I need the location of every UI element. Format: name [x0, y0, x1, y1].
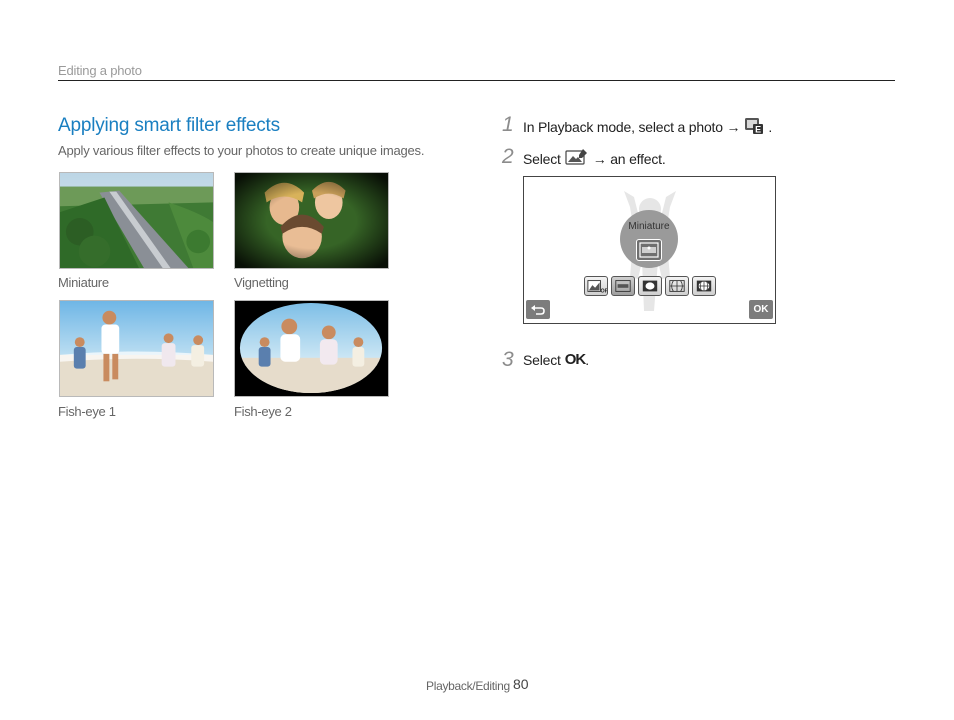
section-description: Apply various filter effects to your pho… [58, 143, 425, 158]
effect-vignetting-button[interactable] [638, 276, 662, 296]
step-2-text: Select [523, 150, 561, 167]
step-1-text: In Playback mode, select a photo → [523, 118, 741, 135]
miniature-preview-icon [636, 239, 662, 261]
effect-fish-eye-1-button[interactable] [665, 276, 689, 296]
step-number: 2 [502, 145, 514, 168]
smart-filter-icon [565, 148, 589, 169]
footer-section-label: Playback/Editing [426, 679, 510, 693]
back-arrow-icon [531, 305, 545, 315]
effect-fish-eye-2-button[interactable] [692, 276, 716, 296]
step-1-text-end: . [768, 118, 773, 135]
step-1-instruction: In Playback mode, select a photo → E . [523, 116, 772, 137]
fish-eye-1-example-photo [59, 300, 214, 397]
step-3-text: Select [523, 351, 561, 368]
ok-button[interactable]: OK [749, 300, 773, 319]
step-number: 3 [502, 348, 514, 371]
edit-menu-icon: E [744, 116, 764, 137]
example-caption: Vignetting [234, 275, 289, 290]
effect-miniature-button[interactable] [611, 276, 635, 296]
svg-text:E: E [755, 125, 761, 135]
ok-symbol: OK [564, 351, 586, 368]
example-caption: Miniature [58, 275, 109, 290]
step-2-instruction: Select → an effect. [523, 148, 666, 169]
step-number: 1 [502, 113, 514, 136]
page-number: 80 [513, 676, 529, 692]
miniature-example-photo [59, 172, 214, 269]
header-divider [58, 80, 895, 81]
running-header: Editing a photo [58, 63, 142, 78]
back-button[interactable] [526, 300, 550, 319]
step-2-text-end: → an effect. [592, 150, 666, 167]
camera-lcd-screen: Miniature OFF [523, 176, 776, 324]
example-caption: Fish-eye 1 [58, 404, 116, 419]
step-3-text-end: . [585, 351, 589, 368]
step-3-instruction: Select OK. [523, 351, 589, 368]
svg-text:OFF: OFF [601, 288, 608, 294]
fish-eye-2-example-photo [234, 300, 389, 397]
section-title: Applying smart filter effects [58, 115, 280, 136]
effect-off-button[interactable]: OFF [584, 276, 608, 296]
example-caption: Fish-eye 2 [234, 404, 292, 419]
vignetting-example-photo [234, 172, 389, 269]
selected-effect-label: Miniature [628, 221, 670, 232]
